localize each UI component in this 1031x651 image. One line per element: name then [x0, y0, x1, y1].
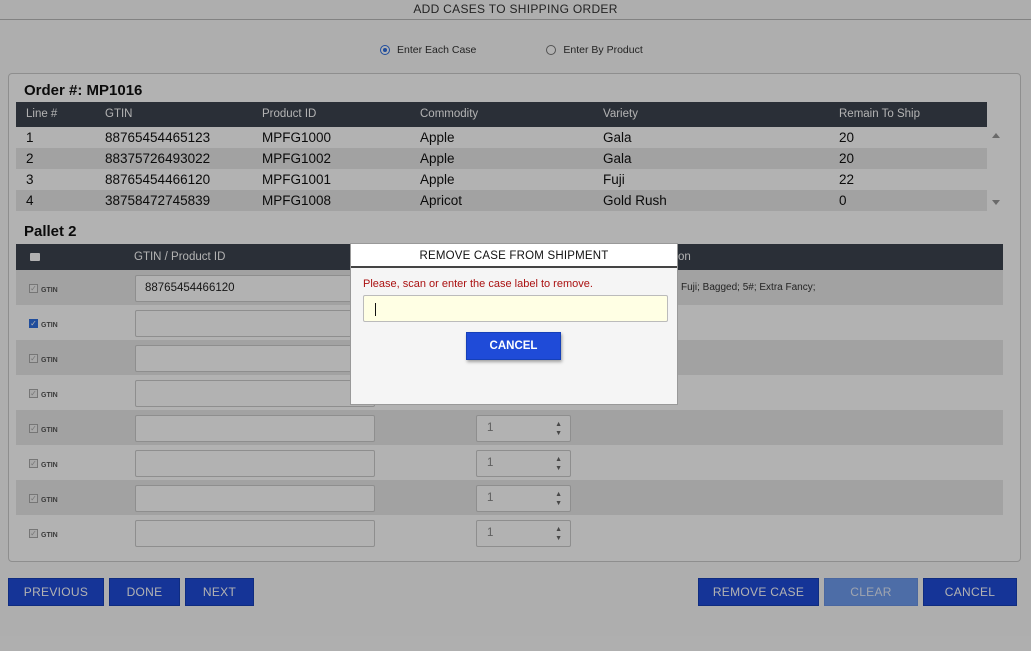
dialog-title: REMOVE CASE FROM SHIPMENT [351, 244, 677, 268]
case-label-input[interactable] [363, 295, 668, 322]
remove-case-dialog: REMOVE CASE FROM SHIPMENT Please, scan o… [350, 243, 678, 405]
text-caret [375, 303, 376, 316]
dialog-message: Please, scan or enter the case label to … [363, 278, 593, 290]
dialog-cancel-button[interactable]: CANCEL [466, 332, 561, 360]
